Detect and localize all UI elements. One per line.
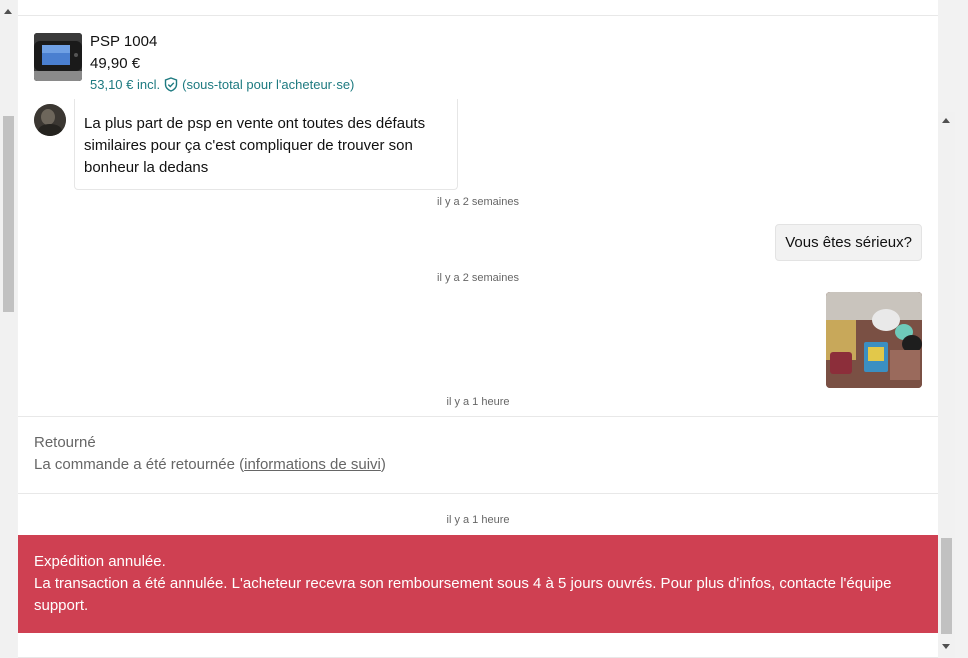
scroll-up-arrow-icon[interactable]	[4, 9, 12, 14]
item-header[interactable]: PSP 1004 49,90 € 53,10 € incl. (sous-tot…	[18, 17, 938, 99]
subtotal-amount: 53,10 € incl.	[90, 77, 161, 92]
window-edge	[955, 0, 968, 658]
subtotal-note: (sous-total pour l'acheteur·se)	[182, 77, 355, 92]
scrollbar-thumb[interactable]	[3, 116, 14, 312]
status-text: La commande a été retournée (information…	[34, 456, 386, 473]
conversation-window: PSP 1004 49,90 € 53,10 € incl. (sous-tot…	[0, 0, 968, 658]
bottom-divider	[18, 633, 938, 658]
message-timestamp: il y a 2 semaines	[437, 196, 519, 208]
alert-title: Expédition annulée.	[34, 553, 166, 570]
message-list-scrollbar[interactable]	[938, 112, 955, 658]
top-divider	[18, 0, 938, 16]
status-timestamp: il y a 1 heure	[446, 514, 510, 526]
seller-avatar[interactable]	[34, 104, 66, 136]
photo-image-icon	[826, 292, 922, 388]
status-text-suffix: )	[380, 456, 386, 473]
incoming-message-bubble: La plus part de psp en vente ont toutes …	[74, 99, 458, 190]
outer-scrollbar[interactable]	[0, 0, 17, 658]
item-thumbnail[interactable]	[34, 33, 82, 81]
scroll-up-arrow-icon[interactable]	[942, 118, 950, 123]
message-timestamp: il y a 2 semaines	[437, 272, 519, 284]
outgoing-photo-attachment[interactable]	[826, 292, 922, 388]
chat-panel: PSP 1004 49,90 € 53,10 € incl. (sous-tot…	[18, 0, 938, 658]
buyer-protection-shield-icon[interactable]	[164, 77, 178, 92]
message-list: La plus part de psp en vente ont toutes …	[18, 99, 938, 658]
message-timestamp: il y a 1 heure	[446, 396, 510, 408]
shipping-cancelled-alert: Expédition annulée. La transaction a été…	[18, 535, 938, 633]
status-text-prefix: La commande a été retournée (	[34, 456, 245, 473]
psp-console-icon	[34, 33, 82, 81]
status-title: Retourné	[34, 434, 96, 451]
status-returned-card: Retourné La commande a été retournée (in…	[18, 416, 938, 494]
tracking-info-link[interactable]: informations de suivi	[244, 456, 381, 473]
scroll-down-arrow-icon[interactable]	[942, 644, 950, 649]
avatar-image-icon	[34, 104, 66, 136]
outgoing-message-bubble: Vous êtes sérieux?	[775, 224, 922, 261]
item-price: 49,90 €	[90, 55, 141, 72]
alert-body: La transaction a été annulée. L'acheteur…	[34, 575, 892, 614]
scrollbar-thumb[interactable]	[941, 538, 952, 634]
item-title[interactable]: PSP 1004	[90, 33, 157, 50]
buyer-subtotal: 53,10 € incl. (sous-total pour l'acheteu…	[90, 77, 354, 92]
